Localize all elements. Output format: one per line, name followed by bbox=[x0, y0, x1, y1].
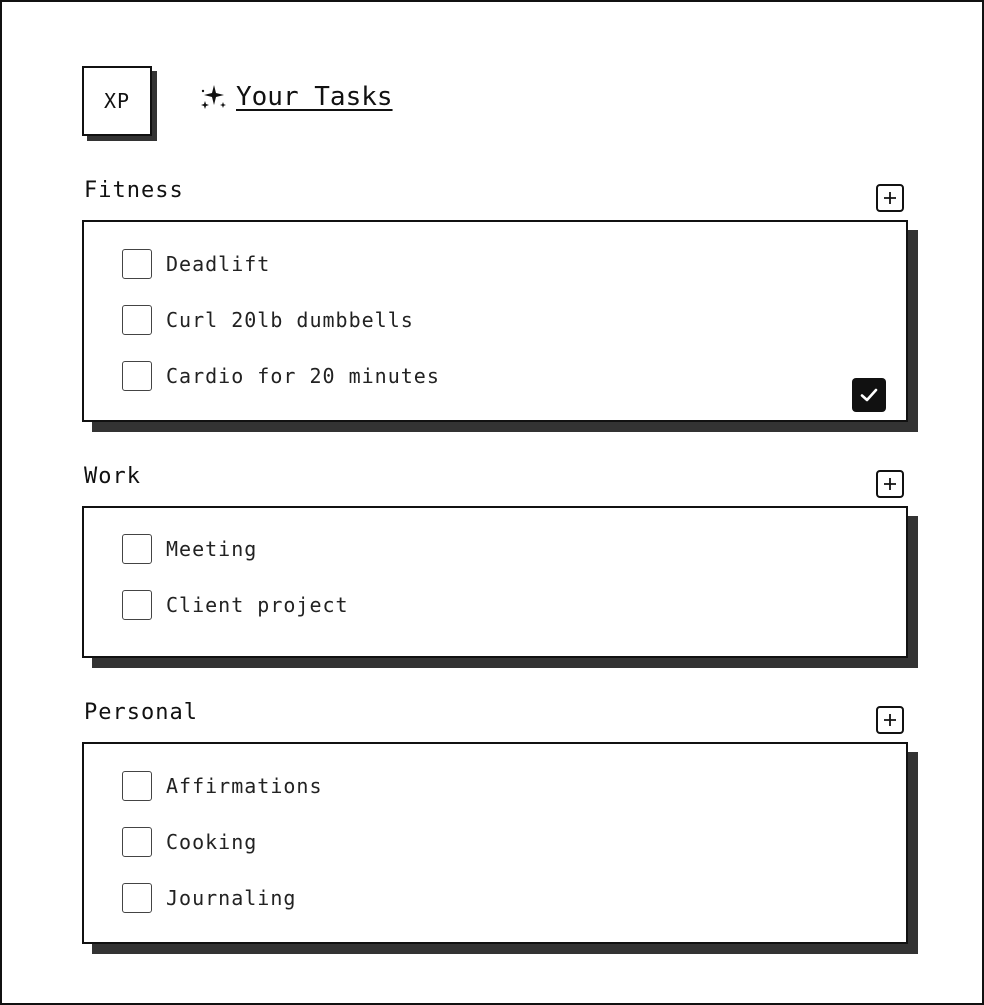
task-checkbox[interactable] bbox=[122, 590, 152, 620]
section-title: Work bbox=[84, 464, 141, 489]
task-item: Journaling bbox=[122, 882, 296, 914]
task-label: Client project bbox=[166, 593, 349, 617]
task-card: Deadlift Curl 20lb dumbbells Cardio for … bbox=[82, 220, 908, 422]
task-checkbox[interactable] bbox=[122, 827, 152, 857]
add-task-button[interactable] bbox=[876, 184, 904, 212]
task-checkbox[interactable] bbox=[122, 883, 152, 913]
section-personal: Personal Affirmations Cooking Journaling bbox=[82, 700, 918, 960]
section-fitness: Fitness Deadlift Curl 20lb dumbbells Car… bbox=[82, 178, 918, 438]
avatar[interactable]: XP bbox=[82, 66, 152, 136]
header: Your Tasks bbox=[198, 82, 393, 112]
avatar-initials: XP bbox=[103, 89, 131, 113]
task-checkbox[interactable] bbox=[122, 771, 152, 801]
page-title[interactable]: Your Tasks bbox=[236, 82, 393, 112]
task-checkbox[interactable] bbox=[122, 305, 152, 335]
complete-button[interactable] bbox=[852, 378, 886, 412]
task-checkbox[interactable] bbox=[122, 534, 152, 564]
task-checkbox[interactable] bbox=[122, 361, 152, 391]
task-item: Meeting bbox=[122, 533, 257, 565]
task-label: Journaling bbox=[166, 886, 297, 910]
task-item: Cooking bbox=[122, 826, 257, 858]
app-frame: XP Your Tasks Fitness Deadlift Curl 20lb… bbox=[0, 0, 984, 1005]
task-item: Cardio for 20 minutes bbox=[122, 360, 440, 392]
task-label: Meeting bbox=[166, 537, 258, 561]
add-task-button[interactable] bbox=[876, 470, 904, 498]
task-label: Cooking bbox=[166, 830, 258, 854]
check-icon bbox=[860, 388, 878, 402]
plus-icon bbox=[884, 714, 896, 726]
sparkle-icon bbox=[201, 85, 226, 109]
task-item: Curl 20lb dumbbells bbox=[122, 304, 414, 336]
task-item: Affirmations bbox=[122, 770, 323, 802]
task-card: Affirmations Cooking Journaling bbox=[82, 742, 908, 944]
task-label: Curl 20lb dumbbells bbox=[166, 308, 414, 332]
task-label: Cardio for 20 minutes bbox=[166, 364, 440, 388]
section-title: Personal bbox=[84, 700, 198, 725]
task-item: Client project bbox=[122, 589, 349, 621]
task-label: Deadlift bbox=[166, 252, 271, 276]
add-task-button[interactable] bbox=[876, 706, 904, 734]
plus-icon bbox=[884, 478, 896, 490]
plus-icon bbox=[884, 192, 896, 204]
section-title: Fitness bbox=[84, 178, 184, 203]
task-card: Meeting Client project bbox=[82, 506, 908, 658]
task-label: Affirmations bbox=[166, 774, 323, 798]
section-work: Work Meeting Client project bbox=[82, 464, 918, 674]
task-checkbox[interactable] bbox=[122, 249, 152, 279]
task-item: Deadlift bbox=[122, 248, 270, 280]
